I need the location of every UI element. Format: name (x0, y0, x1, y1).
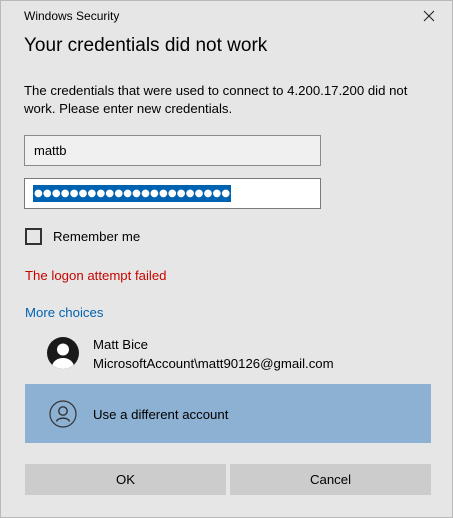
cancel-button[interactable]: Cancel (230, 464, 431, 495)
close-button[interactable] (406, 1, 452, 31)
username-value: mattb (34, 143, 67, 158)
remember-me-checkbox[interactable] (25, 228, 42, 245)
remember-me-label: Remember me (53, 229, 141, 244)
account-option-matt-bice[interactable]: Matt Bice MicrosoftAccount\matt90126@gma… (25, 332, 431, 376)
account-option-different-account[interactable]: Use a different account (25, 384, 431, 443)
account-name: Use a different account (93, 407, 229, 422)
window-title: Windows Security (24, 9, 120, 23)
account-name: Matt Bice (93, 337, 148, 352)
dialog-heading: Your credentials did not work (24, 35, 268, 56)
password-field[interactable]: ●●●●●●●●●●●●●●●●●●●●●● (24, 178, 321, 209)
close-icon (423, 10, 435, 22)
password-masked-value: ●●●●●●●●●●●●●●●●●●●●●● (33, 185, 232, 202)
dialog-message: The credentials that were used to connec… (24, 83, 408, 116)
more-choices-link[interactable]: More choices (25, 305, 103, 320)
title-bar: Windows Security (1, 1, 452, 31)
ok-button[interactable]: OK (25, 464, 226, 495)
account-detail: MicrosoftAccount\matt90126@gmail.com (93, 356, 334, 371)
user-avatar-icon (47, 337, 79, 369)
windows-security-dialog: Windows Security Your credentials did no… (0, 0, 453, 518)
error-message: The logon attempt failed (25, 268, 167, 283)
user-outline-icon (49, 400, 77, 428)
username-field[interactable]: mattb (24, 135, 321, 166)
remember-me-row[interactable]: Remember me (25, 228, 140, 245)
